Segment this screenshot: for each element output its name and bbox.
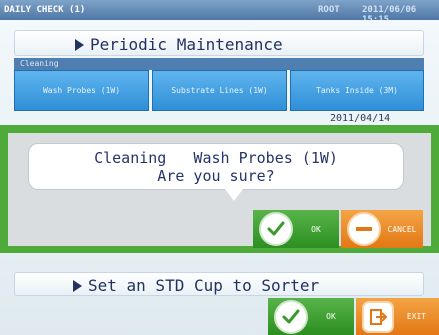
cancel-label: CANCEL	[387, 224, 417, 234]
message-line-1: Cleaning Wash Probes (1W)	[94, 149, 338, 167]
screen-title: DAILY CHECK (1)	[4, 5, 86, 15]
exit-door-icon	[362, 300, 394, 333]
last-maintenance-date: 2011/04/14	[330, 113, 391, 124]
substrate-lines-button[interactable]: Substrate Lines (1W)	[152, 70, 287, 111]
section-label: Cleaning	[14, 58, 424, 70]
message-line-2: Are you sure?	[157, 167, 275, 185]
play-arrow-icon	[75, 39, 84, 51]
ok-button[interactable]: OK	[253, 210, 339, 248]
cancel-button[interactable]: CANCEL	[341, 210, 423, 248]
instruction-bar: Set an STD Cup to Sorter	[14, 272, 424, 296]
substrate-lines-label: Substrate Lines (1W)	[171, 86, 268, 95]
message-bubble: Cleaning Wash Probes (1W) Are you sure?	[28, 143, 404, 190]
user-name: ROOT	[318, 5, 340, 15]
check-circle-icon	[274, 299, 308, 334]
tanks-inside-label: Tanks Inside (3M)	[316, 86, 398, 95]
bubble-tail	[225, 189, 243, 201]
header-bar: DAILY CHECK (1) ROOT 2011/06/06 15:15	[0, 0, 439, 25]
wash-probes-label: Wash Probes (1W)	[42, 86, 121, 95]
wash-probes-button[interactable]: Wash Probes (1W)	[14, 70, 149, 111]
exit-button[interactable]: EXIT	[356, 298, 439, 335]
exit-label: EXIT	[406, 312, 427, 321]
maintenance-title-bar: Periodic Maintenance	[14, 30, 424, 56]
confirm-ok-button[interactable]: OK	[268, 298, 354, 335]
play-arrow-icon	[73, 280, 82, 292]
check-circle-icon	[259, 212, 293, 246]
maintenance-title: Periodic Maintenance	[90, 35, 283, 54]
tanks-inside-button[interactable]: Tanks Inside (3M)	[290, 70, 424, 111]
ok-label: OK	[311, 224, 321, 234]
minus-circle-icon	[347, 212, 381, 246]
confirm-ok-label: OK	[326, 312, 336, 321]
instruction-text: Set an STD Cup to Sorter	[88, 276, 320, 295]
